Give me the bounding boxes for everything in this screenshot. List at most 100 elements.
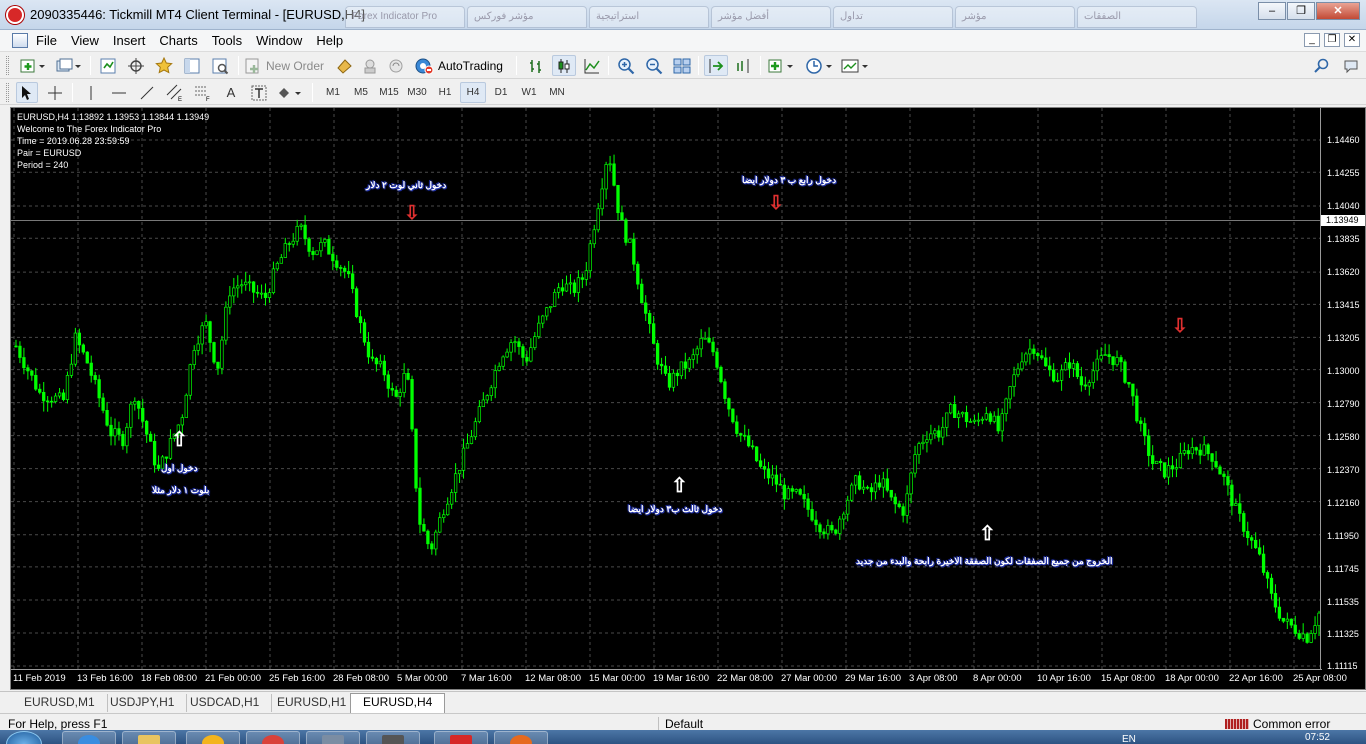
autotrading-button[interactable]: AutoTrading [414,55,510,76]
templates-button[interactable] [840,55,872,76]
close-button[interactable]: ✕ [1316,2,1360,20]
taskbar-ie[interactable] [62,731,116,744]
toolbar-grip[interactable] [6,56,9,75]
candlestick-chart-button[interactable] [552,55,576,76]
chart-tab-eurusd-h4[interactable]: EURUSD,H4 [350,693,446,713]
candle-body [794,489,798,492]
data-window-button[interactable] [124,55,148,76]
signals-button[interactable] [358,55,382,76]
metaeditor-button[interactable] [332,55,356,76]
zoom-out-button[interactable] [642,55,666,76]
language-indicator[interactable]: EN [1122,734,1136,744]
menu-tools[interactable]: Tools [212,32,250,50]
toolbar-separator [238,56,239,75]
candle-body [220,339,224,369]
menu-view[interactable]: View [71,32,107,50]
vertical-line-button[interactable] [80,82,102,103]
fibonacci-button[interactable]: F [192,82,214,103]
timeframe-m5-button[interactable]: M5 [348,82,374,103]
indicators-button[interactable] [766,55,798,76]
candle-body [945,412,949,428]
status-profile[interactable]: Default [658,717,703,731]
background-tab[interactable]: تداول [833,6,953,28]
timeframe-mn-button[interactable]: MN [544,82,570,103]
time-axis[interactable]: 11 Feb 2019 13 Feb 16:00 18 Feb 08:00 21… [11,669,1347,689]
chart-tab-eurusd-h1[interactable]: EURUSD,H1 [265,694,360,712]
market-watch-button[interactable] [96,55,120,76]
timeframe-d1-button[interactable]: D1 [488,82,514,103]
trendline-button[interactable] [136,82,158,103]
menu-file[interactable]: File [36,32,65,50]
cursor-tool-button[interactable] [16,82,38,103]
candle-body [461,447,466,471]
equidistant-channel-button[interactable]: E [164,82,186,103]
autoscroll-button[interactable] [704,55,728,76]
horizontal-line-button[interactable] [108,82,130,103]
background-tab[interactable]: مؤشر [955,6,1075,28]
timeframe-h1-button[interactable]: H1 [432,82,458,103]
navigator-button[interactable] [152,55,176,76]
chart-window[interactable]: EURUSD,H4 1.13892 1.13953 1.13844 1.1394… [10,107,1366,690]
text-tool-button[interactable]: A [220,82,242,103]
menu-window[interactable]: Window [256,32,310,50]
taskbar-app[interactable] [366,731,420,744]
taskbar-media[interactable] [186,731,240,744]
chart-window-icon[interactable] [12,33,28,48]
text-label-button[interactable] [248,82,270,103]
connection-status[interactable]: Common error [1225,717,1330,731]
timeframe-m30-button[interactable]: M30 [404,82,430,103]
chart-restore-button[interactable]: ❐ [1324,33,1340,47]
clock[interactable]: 07:52 [1305,732,1330,743]
chart-shift-button[interactable] [732,55,756,76]
taskbar-explorer[interactable] [122,731,176,744]
timeframe-w1-button[interactable]: W1 [516,82,542,103]
taskbar-chrome[interactable] [246,731,300,744]
search-button[interactable] [1310,55,1334,76]
candle-body [628,238,632,243]
tile-windows-button[interactable] [670,55,694,76]
timeframe-h4-button[interactable]: H4 [460,82,486,103]
strategy-tester-button[interactable] [208,55,232,76]
zoom-in-button[interactable] [614,55,638,76]
chart-tab-eurusd-m1[interactable]: EURUSD,M1 [12,694,108,712]
background-tab[interactable]: أفضل مؤشر [711,6,831,28]
toolbar-grip[interactable] [6,83,9,102]
arrows-button[interactable] [276,82,306,103]
chat-button[interactable] [1340,55,1364,76]
profiles-button[interactable] [54,55,84,76]
chart-tab-usdjpy-h1[interactable]: USDJPY,H1 [98,694,188,712]
minimize-button[interactable]: – [1258,2,1286,20]
background-tab[interactable]: الصفقات [1077,6,1197,28]
timeframe-m15-button[interactable]: M15 [376,82,402,103]
background-tab[interactable]: استراتيجية [589,6,709,28]
candlestick-chart[interactable] [11,108,1322,671]
chart-close-button[interactable]: ✕ [1344,33,1360,47]
background-tab[interactable]: Forex Indicator Pro [345,6,465,28]
terminal-button[interactable] [180,55,204,76]
timeframe-m1-button[interactable]: M1 [320,82,346,103]
market-button[interactable] [384,55,408,76]
restore-button[interactable]: ❐ [1287,2,1315,20]
start-button[interactable] [6,731,42,744]
sell-arrow-icon: ⇩ [768,193,784,214]
bar-chart-button[interactable] [524,55,548,76]
taskbar-mt4[interactable] [434,731,488,744]
line-chart-button[interactable] [580,55,604,76]
candle-body [1083,384,1087,387]
menu-insert[interactable]: Insert [113,32,154,50]
crosshair-tool-button[interactable] [44,82,66,103]
background-tab[interactable]: مؤشر فوركس [467,6,587,28]
taskbar-app[interactable] [306,731,360,744]
chart-tab-usdcad-h1[interactable]: USDCAD,H1 [178,694,273,712]
candle-body [834,529,838,534]
chart-minimize-button[interactable]: _ [1304,33,1320,47]
price-scale[interactable]: 1.14460 1.14255 1.14040 1.13835 1.13620 … [1320,108,1365,689]
new-order-button[interactable]: New Order [244,55,328,76]
periods-button[interactable] [804,55,836,76]
menu-help[interactable]: Help [316,32,351,50]
menu-charts[interactable]: Charts [159,32,205,50]
new-chart-button[interactable] [18,55,48,76]
taskbar-firefox[interactable] [494,731,548,744]
candle-body [1032,348,1036,354]
price-tick: 1.14255 [1327,168,1360,178]
